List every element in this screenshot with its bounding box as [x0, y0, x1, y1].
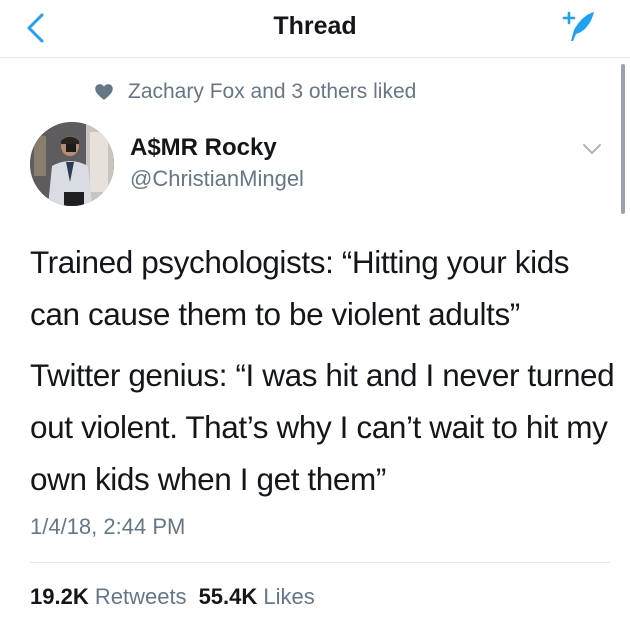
- engagement-stats: 19.2K Retweets 55.4K Likes: [30, 584, 315, 610]
- page-title: Thread: [273, 12, 357, 40]
- likes-stat[interactable]: 55.4K Likes: [199, 584, 315, 609]
- social-context: Zachary Fox and 3 others liked: [94, 78, 416, 106]
- retweets-label: Retweets: [94, 584, 187, 609]
- social-context-text: Zachary Fox and 3 others liked: [128, 80, 417, 103]
- divider: [30, 562, 610, 563]
- compose-tweet-icon: [562, 11, 594, 41]
- tweet-paragraph: Twitter genius: “I was hit and I never t…: [30, 357, 615, 497]
- tweet-timestamp: 1/4/18, 2:44 PM: [30, 514, 186, 539]
- compose-tweet-button[interactable]: [560, 8, 598, 46]
- chevron-down-icon: [583, 144, 601, 154]
- heart-icon: [95, 84, 113, 100]
- author-handle[interactable]: @ChristianMingel: [130, 166, 304, 192]
- likes-count: 55.4K: [198, 584, 258, 609]
- more-options-button[interactable]: [580, 140, 604, 158]
- avatar[interactable]: [30, 122, 114, 206]
- tweet-paragraph: Trained psychologists: “Hitting your kid…: [30, 244, 570, 332]
- scrollbar[interactable]: [621, 64, 625, 214]
- author-display-name[interactable]: A$MR Rocky: [130, 134, 277, 162]
- retweets-count: 19.2K: [30, 584, 89, 609]
- likes-label: Likes: [263, 584, 315, 609]
- avatar-photo: [30, 122, 114, 206]
- tweet-text: Trained psychologists: “Hitting your kid…: [30, 236, 615, 505]
- navigation-bar: Thread: [0, 0, 630, 58]
- retweets-stat[interactable]: 19.2K Retweets: [30, 584, 187, 609]
